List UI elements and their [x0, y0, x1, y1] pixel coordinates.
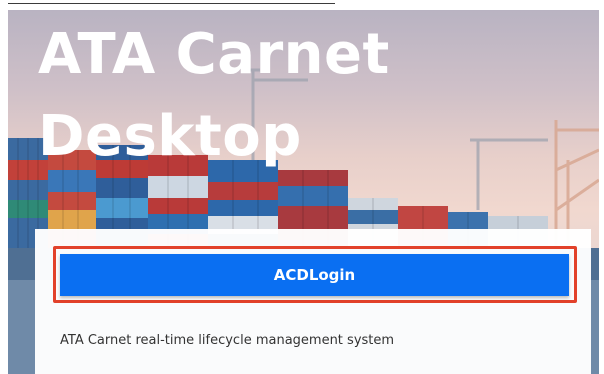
url-underline: [8, 0, 335, 4]
hero-title: ATA Carnet Desktop: [38, 14, 390, 178]
system-description: ATA Carnet real-time lifecycle managemen…: [60, 333, 395, 348]
hero-title-line1: ATA Carnet: [38, 22, 390, 87]
hero-title-line2: Desktop: [38, 104, 302, 169]
url-strip: [0, 0, 604, 10]
acd-login-button[interactable]: ACDLogin: [60, 254, 569, 296]
